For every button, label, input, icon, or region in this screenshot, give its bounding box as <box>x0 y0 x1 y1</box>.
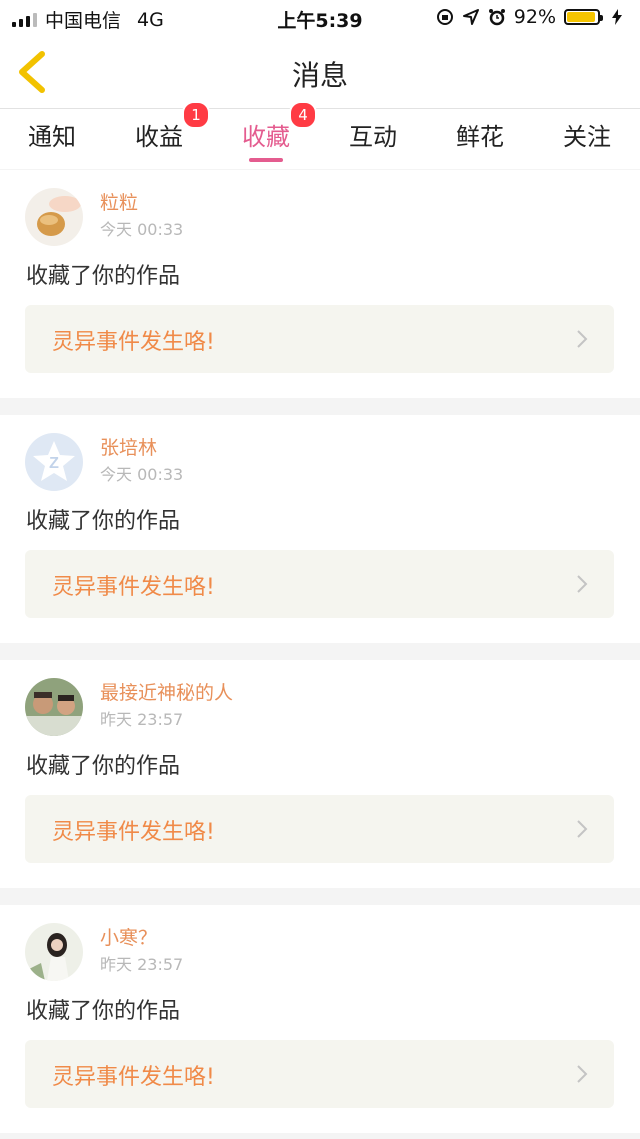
tab-favorites[interactable]: 收藏 4 <box>221 101 317 162</box>
user-name[interactable]: 张培林 <box>100 433 157 460</box>
page-title: 消息 <box>291 59 348 92</box>
location-icon <box>462 8 480 26</box>
timestamp: 昨天 23:57 <box>100 710 184 729</box>
work-title: 灵异事件发生咯! <box>52 330 215 355</box>
work-title: 灵异事件发生咯! <box>52 1065 215 1090</box>
message-card: 小寒？ 昨天 23:57 收藏了你的作品 灵异事件发生咯! <box>0 905 640 1133</box>
earnings-badge: 1 <box>182 101 210 129</box>
work-link[interactable]: 灵异事件发生咯! <box>25 305 614 373</box>
action-text: 收藏了你的作品 <box>26 754 181 779</box>
svg-text:Z: Z <box>49 455 59 472</box>
tab-label: 关注 <box>563 123 611 151</box>
avatar[interactable]: Z <box>25 433 83 491</box>
action-text: 收藏了你的作品 <box>26 509 181 534</box>
timestamp: 今天 00:33 <box>100 220 184 239</box>
chevron-right-icon <box>577 820 588 838</box>
message-card: 最接近神秘的人 昨天 23:57 收藏了你的作品 灵异事件发生咯! <box>0 660 640 888</box>
tab-label: 收藏 <box>242 123 290 151</box>
avatar[interactable] <box>25 188 83 246</box>
avatar[interactable] <box>25 923 83 981</box>
user-name[interactable]: 小寒？ <box>100 923 157 950</box>
favorites-badge: 4 <box>289 101 317 129</box>
timestamp: 今天 00:33 <box>100 465 184 484</box>
chevron-right-icon <box>577 330 588 348</box>
rotation-lock-icon <box>436 8 454 26</box>
work-link[interactable]: 灵异事件发生咯! <box>25 1040 614 1108</box>
active-tab-indicator <box>249 158 283 162</box>
battery-level <box>567 12 595 22</box>
tab-label: 鲜花 <box>456 123 504 151</box>
tab-label: 收益 <box>135 123 183 151</box>
action-text: 收藏了你的作品 <box>26 264 181 289</box>
chevron-right-icon <box>577 1065 588 1083</box>
status-right: 92% <box>436 6 626 28</box>
user-name[interactable]: 最接近神秘的人 <box>100 678 233 705</box>
battery-icon <box>564 9 603 25</box>
tab-notifications[interactable]: 通知 <box>7 117 97 152</box>
timestamp: 昨天 23:57 <box>100 955 184 974</box>
battery-percent: 92% <box>513 6 556 28</box>
tab-flowers[interactable]: 鲜花 <box>435 117 525 152</box>
tab-label: 通知 <box>28 123 76 151</box>
status-bar: 中国电信 4G 上午5:39 92% <box>0 0 640 36</box>
avatar[interactable] <box>25 678 83 736</box>
tab-interactions[interactable]: 互动 <box>328 117 418 152</box>
tab-bar: 通知 收益 1 收藏 4 互动 鲜花 关注 <box>0 101 640 169</box>
user-name[interactable]: 粒粒 <box>100 188 138 215</box>
work-title: 灵异事件发生咯! <box>52 820 215 845</box>
alarm-icon <box>488 8 506 26</box>
work-link[interactable]: 灵异事件发生咯! <box>25 795 614 863</box>
action-text: 收藏了你的作品 <box>26 999 181 1024</box>
charging-icon <box>608 8 626 26</box>
work-link[interactable]: 灵异事件发生咯! <box>25 550 614 618</box>
tab-label: 互动 <box>349 123 397 151</box>
chevron-right-icon <box>577 575 588 593</box>
tab-following[interactable]: 关注 <box>542 117 632 152</box>
message-card: 粒粒 今天 00:33 收藏了你的作品 灵异事件发生咯! <box>0 170 640 398</box>
message-card: Z 张培林 今天 00:33 收藏了你的作品 灵异事件发生咯! <box>0 415 640 643</box>
tab-earnings[interactable]: 收益 1 <box>114 101 210 152</box>
nav-bar: 消息 <box>0 36 640 109</box>
work-title: 灵异事件发生咯! <box>52 575 215 600</box>
